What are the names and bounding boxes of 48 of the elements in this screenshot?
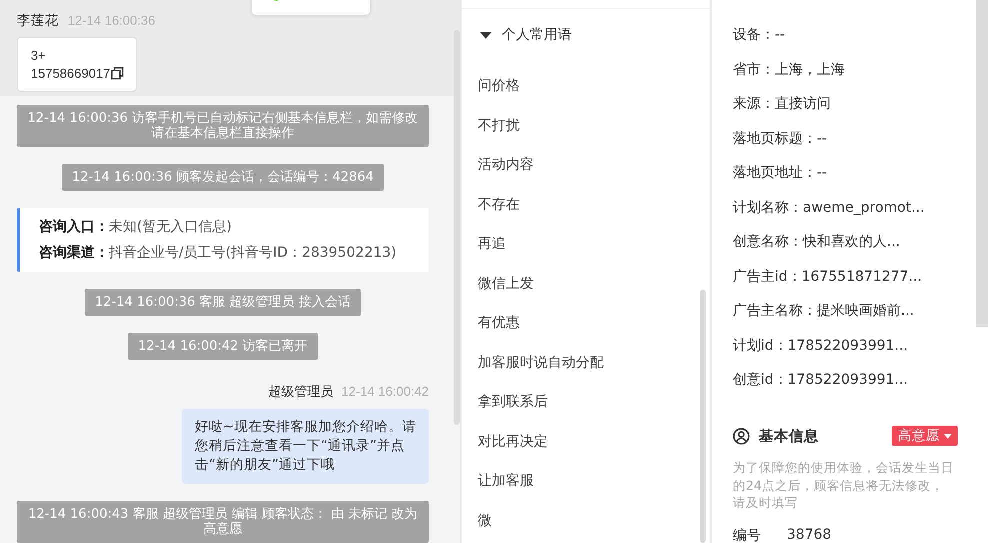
quick-reply-item[interactable]: 活动内容 <box>478 156 710 174</box>
field-value: 38768 <box>787 526 832 543</box>
copy-icon[interactable] <box>110 67 124 80</box>
info-field: 创意id：178522093991... <box>733 371 976 390</box>
scrollbar[interactable] <box>454 30 460 425</box>
info-field: 设备：-- <box>733 26 976 45</box>
message-bubble: 好哒~现在安排客服加您介绍哈。请您稍后注意查看一下“通讯录”并点击“新的朋友”通过下哦 <box>182 409 429 484</box>
group-header[interactable]: 个人常用语 <box>480 26 572 44</box>
quick-reply-item[interactable]: 不打扰 <box>478 116 710 134</box>
quick-reply-item[interactable]: 加客服时说自动分配 <box>478 354 710 372</box>
quick-reply-item[interactable]: 拿到联系后 <box>478 393 710 411</box>
field-value: 抖音企业号/员工号(抖音号ID：2839502213) <box>109 244 397 262</box>
system-message: 12-14 16:00:36 顾客发起会话，会话编号：42864 <box>62 164 384 191</box>
field-value: 未知(暂无入口信息) <box>109 218 232 236</box>
message-time: 12-14 16:00:42 <box>342 384 429 399</box>
info-field: 落地页地址：-- <box>733 164 976 183</box>
info-field: 省市：上海，上海 <box>733 60 976 80</box>
quick-reply-item[interactable]: 微 <box>478 512 710 530</box>
system-message: 12-14 16:00:36 访客手机号已自动标记右侧基本信息栏，如需修改请在基本信息栏直接操作 <box>17 105 429 147</box>
quick-reply-item[interactable]: 对比再决定 <box>478 432 710 450</box>
user-circle-icon <box>733 428 750 444</box>
info-field: 落地页标题：-- <box>733 130 976 148</box>
field-label: 编号 <box>733 526 761 543</box>
info-field: 计划id：178522093991... <box>733 336 976 356</box>
visitor-name: 李莲花 <box>17 12 59 30</box>
phone-number: 3+ 15758669017 <box>31 47 111 83</box>
system-message: 12-14 16:00:43 客服 超级管理员 编辑 顾客状态： 由 未标记 改为高意愿 <box>17 501 429 543</box>
sender-name: 超级管理员 <box>268 384 334 401</box>
system-message: 12-14 16:00:42 访客已离开 <box>128 333 318 360</box>
info-field: 创意名称：快和喜欢的人... <box>733 233 976 252</box>
quick-reply-item[interactable]: 让加客服 <box>478 472 710 490</box>
message-time: 12-14 16:00:36 <box>68 13 156 28</box>
scrollbar[interactable] <box>700 290 706 543</box>
info-field: 广告主id：167551871277... <box>733 268 976 286</box>
quick-reply-item[interactable]: 有优惠 <box>478 314 710 332</box>
quick-reply-item[interactable]: 不存在 <box>478 196 710 214</box>
quick-reply-item[interactable]: 微信上发 <box>478 274 710 292</box>
field-label: 咨询渠道： <box>39 244 109 262</box>
section-title: 基本信息 <box>759 428 819 446</box>
info-field: 来源：直接访问 <box>733 95 976 114</box>
quick-reply-item[interactable]: 再追 <box>478 235 710 253</box>
field-label: 咨询入口： <box>39 218 109 236</box>
notice-text: 为了保障您的使用体验，会话发生当日的24点之后，顾客信息将无法修改，请及时填写 <box>733 459 955 512</box>
system-message: 12-14 16:00:36 客服 超级管理员 接入会话 <box>85 289 361 316</box>
info-field: 广告主名称：提米映画婚前... <box>733 302 976 321</box>
intent-tag[interactable]: 高意愿 <box>892 426 958 446</box>
quick-reply-item[interactable]: 问价格 <box>478 77 710 95</box>
info-field: 计划名称：aweme_promot... <box>733 198 976 218</box>
